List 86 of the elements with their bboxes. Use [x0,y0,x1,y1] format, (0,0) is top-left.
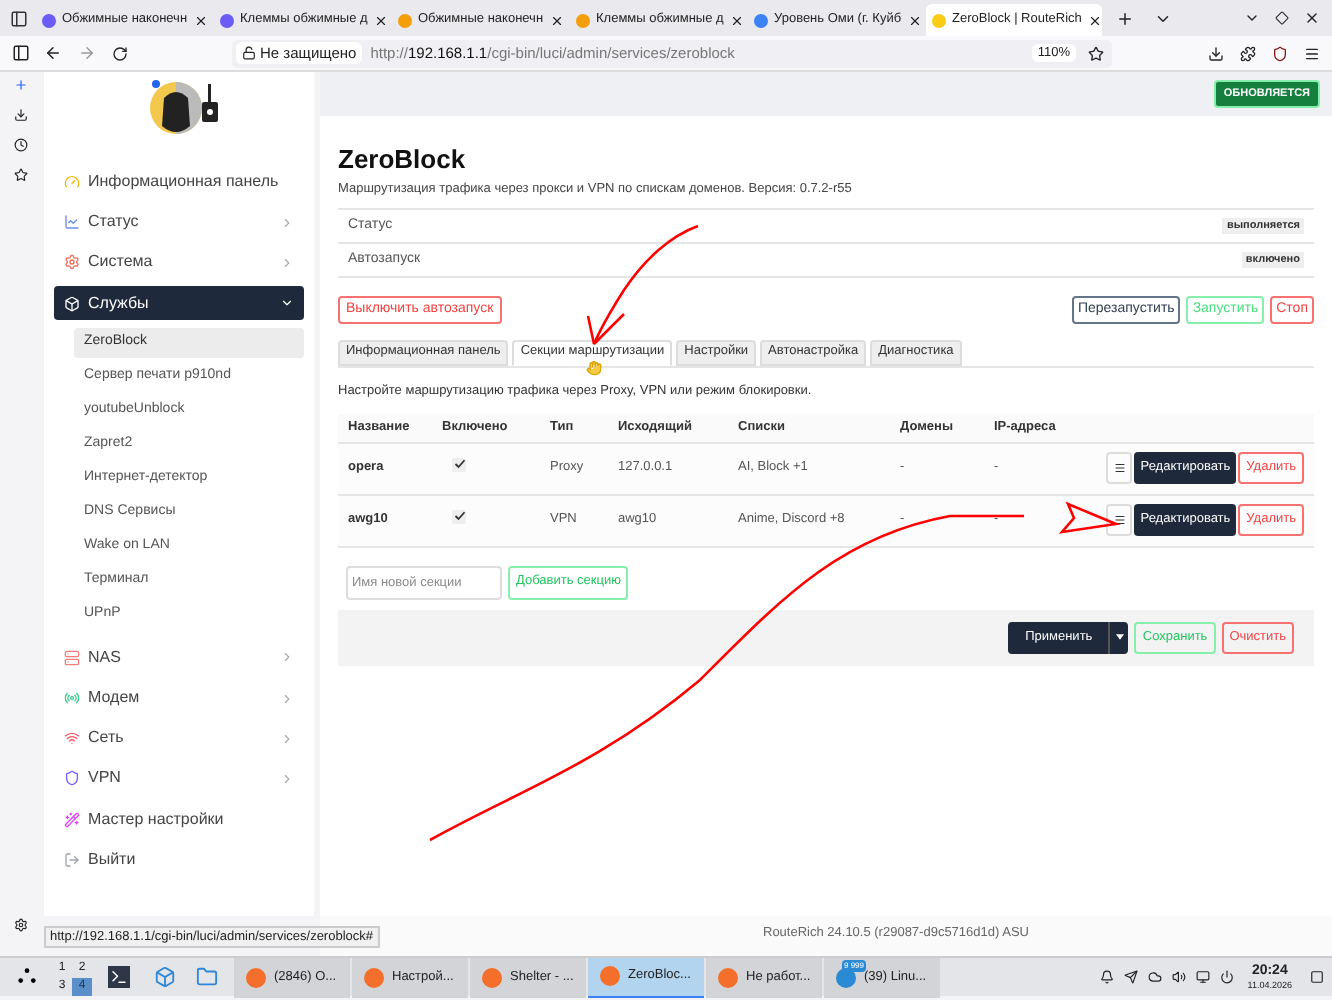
site-favicon-icon [932,13,946,27]
browser-icon [364,967,384,987]
hand-cursor-icon [586,360,602,376]
bookmark-star-icon[interactable] [13,168,27,182]
show-desktop-icon[interactable] [1310,970,1324,984]
menu-lines-icon [1113,462,1126,474]
close-icon[interactable] [549,13,564,27]
site-favicon-icon [576,13,590,27]
sidebar-toggle-icon[interactable] [11,44,29,62]
forward-icon[interactable] [78,44,96,62]
close-icon[interactable] [907,13,922,27]
notifications-icon[interactable] [1099,970,1114,984]
site-favicon-icon [754,13,768,27]
close-icon[interactable] [729,13,744,27]
menu-item-icon [64,851,80,868]
menu-lines-icon [1113,514,1126,526]
sidebar-item[interactable]: Сеть [54,721,304,756]
download-icon[interactable] [1208,45,1224,61]
sidebar-item[interactable]: NAS [54,640,304,675]
menu-item-icon [64,254,80,271]
package-icon[interactable] [154,966,176,988]
tab-list-icon[interactable] [9,9,27,27]
sidebar-item[interactable]: Статус [54,205,304,240]
chevron-right-icon [280,731,294,746]
sidebar-item[interactable]: Выйти [54,842,304,877]
extensions-icon[interactable] [1240,45,1256,61]
menu-item-icon [64,811,80,828]
settings-icon[interactable] [13,918,27,932]
browser-icon [600,966,620,986]
menu-icon[interactable] [1304,45,1320,61]
sidebar-item[interactable]: Система [54,245,304,280]
menu-item-icon [64,295,80,312]
back-icon[interactable] [44,44,62,62]
volume-icon[interactable] [1171,970,1186,984]
browser-icon [718,967,738,987]
drag-handle-button[interactable] [1106,504,1133,536]
browser-icon [482,967,502,987]
sidebar-item[interactable]: VPN [54,761,304,796]
maximize-icon[interactable] [1273,9,1291,27]
telegram-icon[interactable] [1123,970,1138,984]
close-icon[interactable] [1304,10,1320,26]
chevron-right-icon [280,691,294,706]
download-icon[interactable] [13,108,27,122]
sidebar-item[interactable]: Службы [54,286,304,321]
menu-item-icon [64,649,80,666]
folder-icon[interactable] [196,966,218,988]
new-tab-icon[interactable] [1116,9,1134,27]
site-favicon-icon [398,13,412,27]
chevron-right-icon [280,215,294,230]
check-icon [453,458,465,471]
sidebar-item[interactable]: Информационная панель [54,165,304,200]
menu-item-icon [64,214,80,231]
apply-dropdown-button[interactable] [1108,621,1129,653]
menu-item-icon [64,690,80,707]
chevron-right-icon [280,771,294,786]
site-favicon-icon [220,13,234,27]
sidebar-item[interactable]: Модем [54,681,304,716]
browser-icon [246,967,266,987]
chevron-down-icon [280,296,294,311]
site-favicon-icon [42,13,56,27]
annotation-arrow [586,224,699,346]
checkbox[interactable] [452,509,466,524]
chevron-right-icon [280,650,294,665]
power-icon[interactable] [1219,970,1234,984]
close-icon[interactable] [373,13,388,27]
reload-icon[interactable] [112,45,128,61]
launcher-icon[interactable] [18,968,36,986]
caret-icon [1115,634,1124,640]
minimize-icon[interactable] [1244,10,1260,26]
shield-icon[interactable] [1272,45,1288,61]
cloud-icon[interactable] [1147,970,1162,984]
page-title: ZeroBlock [338,144,468,174]
chevron-right-icon [280,255,294,270]
checkbox[interactable] [452,457,466,472]
menu-item-icon [64,730,80,747]
sidebar-item[interactable]: Мастер настройки [54,802,304,837]
menu-item-icon [64,174,80,191]
terminal-icon[interactable] [108,966,130,988]
close-icon[interactable] [193,13,208,27]
display-icon[interactable] [1195,970,1210,984]
bookmark-star-icon[interactable] [1088,45,1104,61]
check-icon [453,510,465,523]
drag-handle-button[interactable] [1106,452,1133,484]
history-icon[interactable] [13,138,27,152]
menu-item-icon [64,770,80,787]
close-icon[interactable] [1087,13,1102,27]
